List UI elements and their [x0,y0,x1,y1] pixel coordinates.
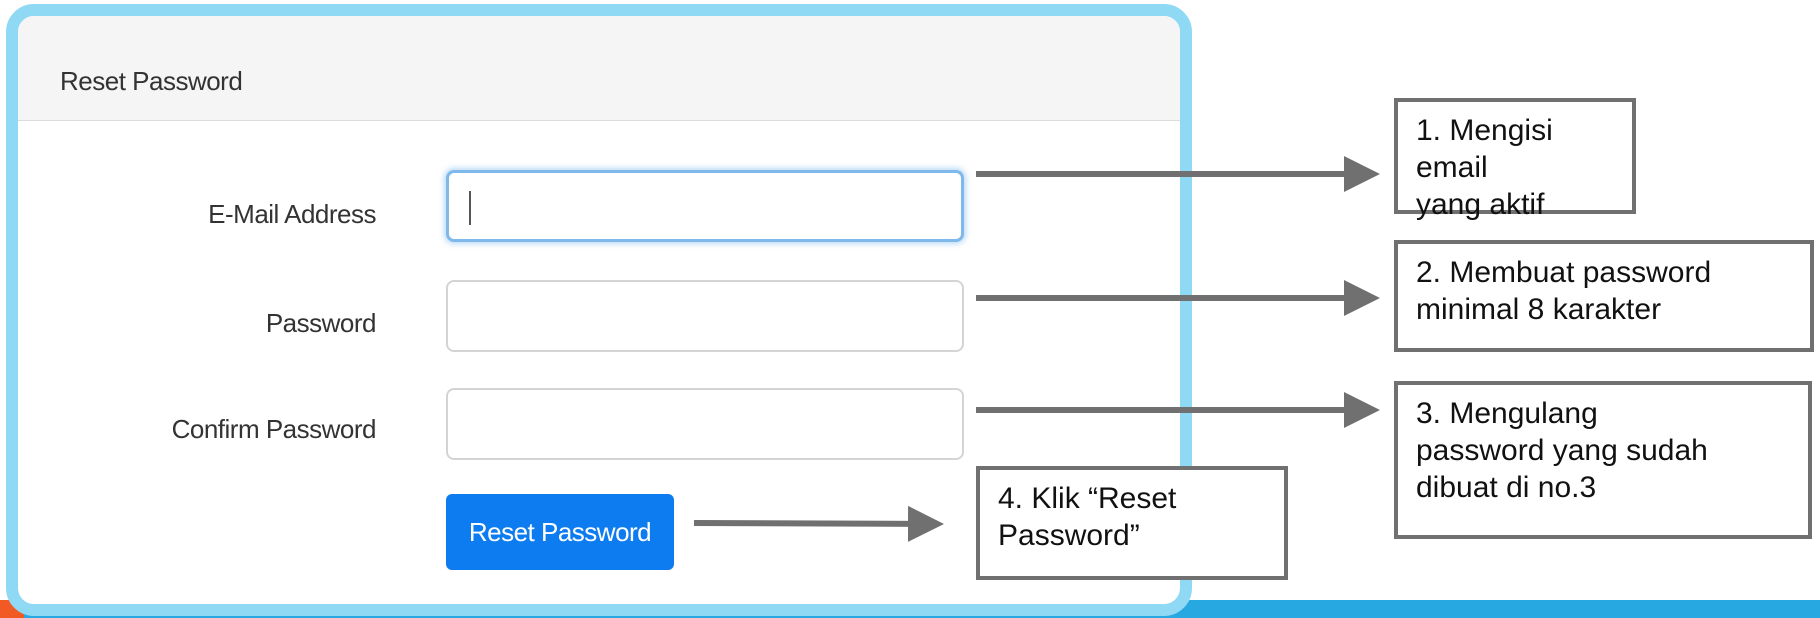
text-caret [469,191,471,225]
annotation-step2-text: 2. Membuat password minimal 8 karakter [1416,256,1712,326]
annotation-step4: 4. Klik “Reset Password” [976,466,1288,580]
confirm-password-label: Confirm Password [171,414,377,444]
card-title: Reset Password [60,66,243,96]
annotation-step3: 3. Mengulang password yang sudah dibuat … [1394,381,1812,539]
annotation-step3-text: 3. Mengulang password yang sudah dibuat … [1416,397,1708,504]
email-input[interactable] [446,170,964,242]
screenshot-stage: Reset Password E-Mail Address Password C… [0,0,1820,618]
annotation-step2: 2. Membuat password minimal 8 karakter [1394,240,1814,352]
confirm-password-input[interactable] [446,388,964,460]
card-header: Reset Password [18,16,1180,121]
password-label: Password [265,308,377,338]
password-input[interactable] [446,280,964,352]
annotation-step4-text: 4. Klik “Reset Password” [998,482,1177,552]
annotation-step1-text: 1. Mengisi email yang aktif [1416,114,1553,221]
annotation-step1: 1. Mengisi email yang aktif [1394,98,1636,221]
email-label: E-Mail Address [208,199,376,229]
reset-password-button[interactable]: Reset Password [446,494,674,570]
